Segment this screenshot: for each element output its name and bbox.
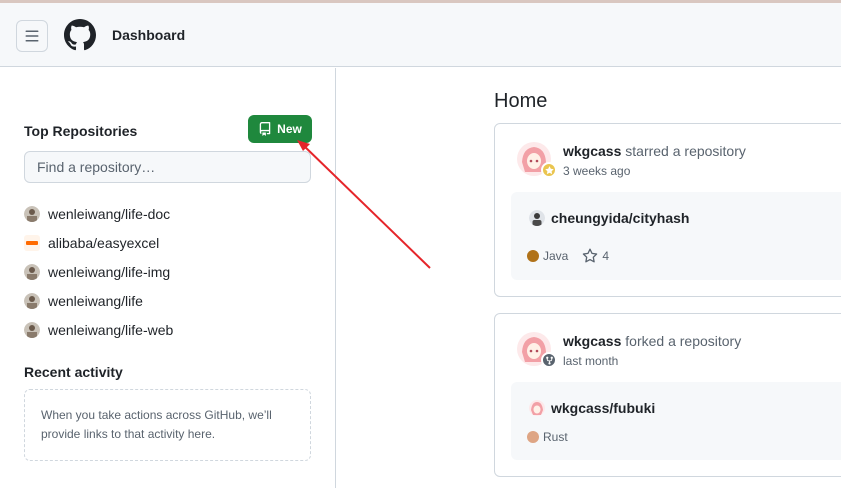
- star-icon: [544, 165, 554, 174]
- language-label: Java: [543, 249, 569, 263]
- fork-icon: [545, 356, 553, 364]
- dashboard-feed: Home wkgcass starred a repository 3 week…: [337, 68, 841, 488]
- alibaba-avatar: [24, 234, 40, 251]
- menu-button[interactable]: [16, 20, 48, 52]
- dashboard-sidebar: Top Repositories New wenleiwang/life-doc…: [0, 68, 336, 488]
- find-repository-input[interactable]: [24, 151, 311, 183]
- event-time[interactable]: last month: [563, 354, 618, 368]
- repo-link[interactable]: wenleiwang/life-web: [48, 322, 173, 338]
- language-label: Rust: [543, 430, 568, 444]
- repo-language: Java: [527, 249, 568, 263]
- user-avatar: [24, 321, 40, 338]
- event-action: forked a repository: [625, 333, 742, 349]
- recent-activity-placeholder: When you take actions across GitHub, we’…: [24, 389, 311, 461]
- event-time[interactable]: 3 weeks ago: [563, 164, 630, 178]
- home-heading: Home: [494, 90, 548, 112]
- star-badge: [541, 162, 557, 178]
- repo-meta: Rust: [527, 430, 568, 444]
- repo-list-item[interactable]: wenleiwang/life-doc: [24, 199, 314, 228]
- feed-event-title: wkgcass forked a repository: [563, 333, 741, 349]
- feed-event-title: wkgcass starred a repository: [563, 143, 746, 159]
- user-avatar: [24, 205, 40, 222]
- feed-card: wkgcass forked a repository last month w…: [494, 313, 841, 477]
- repo-list-item[interactable]: wenleiwang/life: [24, 286, 314, 315]
- feed-card: wkgcass starred a repository 3 weeks ago…: [494, 123, 841, 297]
- repo-name-link[interactable]: wkgcass/fubuki: [551, 400, 655, 416]
- new-repository-button[interactable]: New: [248, 115, 312, 143]
- star-outline-icon: [583, 248, 598, 263]
- recent-activity-text: When you take actions across GitHub, we’…: [41, 408, 272, 441]
- new-button-label: New: [277, 122, 302, 136]
- repo-name-link[interactable]: cheungyida/cityhash: [551, 210, 689, 226]
- repo-link[interactable]: alibaba/easyexcel: [48, 235, 159, 251]
- event-action: starred a repository: [625, 143, 746, 159]
- hamburger-icon: [25, 30, 39, 42]
- top-repositories-list: wenleiwang/life-doc alibaba/easyexcel we…: [24, 199, 314, 344]
- repo-icon: [259, 122, 271, 136]
- language-color-dot: [527, 250, 539, 262]
- repo-preview: cheungyida/cityhash Java 4: [511, 192, 841, 280]
- page-title[interactable]: Dashboard: [112, 27, 185, 43]
- recent-activity-heading: Recent activity: [24, 364, 123, 380]
- actor-link[interactable]: wkgcass: [563, 143, 621, 159]
- language-color-dot: [527, 431, 539, 443]
- actor-link[interactable]: wkgcass: [563, 333, 621, 349]
- repo-list-item[interactable]: wenleiwang/life-web: [24, 315, 314, 344]
- repo-link[interactable]: wenleiwang/life-img: [48, 264, 170, 280]
- fork-badge: [541, 352, 557, 368]
- repo-link[interactable]: wenleiwang/life: [48, 293, 143, 309]
- github-logo-icon[interactable]: [64, 19, 96, 51]
- repo-language: Rust: [527, 430, 568, 444]
- star-button[interactable]: 4: [582, 248, 609, 264]
- repo-owner-avatar: [529, 400, 545, 416]
- repo-preview: wkgcass/fubuki Rust: [511, 382, 841, 460]
- global-header: Dashboard: [0, 3, 841, 67]
- repo-owner-avatar: [529, 210, 545, 226]
- repo-link[interactable]: wenleiwang/life-doc: [48, 206, 170, 222]
- repo-meta: Java 4: [527, 248, 609, 264]
- star-count: 4: [602, 249, 610, 263]
- top-repositories-heading: Top Repositories: [24, 123, 138, 139]
- repo-list-item[interactable]: wenleiwang/life-img: [24, 257, 314, 286]
- user-avatar: [24, 263, 40, 280]
- user-avatar: [24, 292, 40, 309]
- repo-list-item[interactable]: alibaba/easyexcel: [24, 228, 314, 257]
